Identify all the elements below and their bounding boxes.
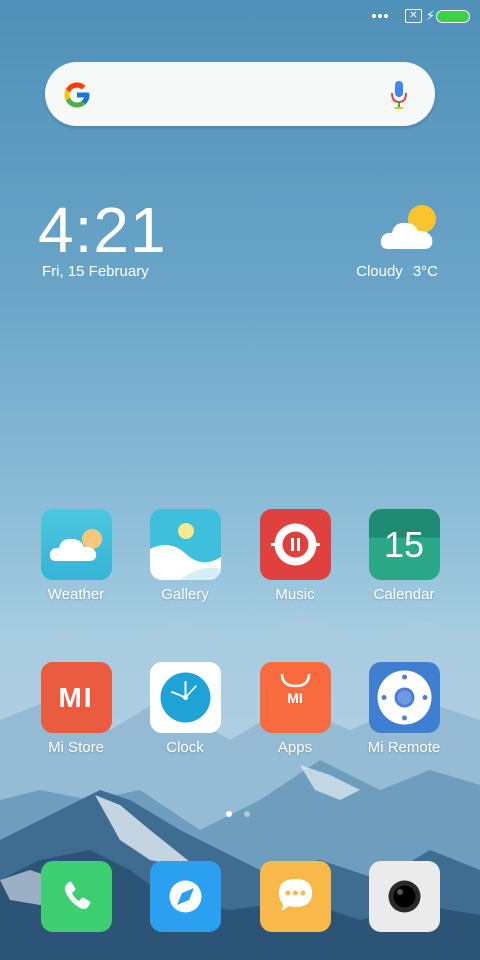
messaging-icon xyxy=(259,861,331,932)
camera-icon xyxy=(368,861,440,932)
page-indicator[interactable] xyxy=(226,804,262,822)
app-label: Mi Remote xyxy=(367,739,441,756)
app-mi-remote[interactable]: Mi Remote xyxy=(354,662,454,756)
weather-summary[interactable]: Cloudy 3°C xyxy=(356,263,438,280)
google-search-bar[interactable] xyxy=(45,62,435,126)
weather-temperature: 3°C xyxy=(412,263,438,280)
app-label: Weather xyxy=(47,586,105,603)
mi-remote-icon xyxy=(368,662,440,733)
weather-icon xyxy=(40,509,112,580)
calendar-day-number: 15 xyxy=(383,524,425,565)
app-label: Calendar xyxy=(373,586,435,603)
app-clock[interactable]: Clock xyxy=(135,662,235,756)
clock-icon xyxy=(149,662,221,733)
weather-condition: Cloudy xyxy=(356,263,403,280)
cloud-sun-icon[interactable] xyxy=(380,203,440,253)
apps-icon: MI xyxy=(259,662,331,733)
app-calendar[interactable]: 15 Calendar xyxy=(354,509,454,603)
app-label: Apps xyxy=(277,739,313,756)
more-notifications-icon xyxy=(372,14,390,20)
app-weather[interactable]: Weather xyxy=(26,509,126,603)
music-icon xyxy=(259,509,331,580)
dock-browser[interactable] xyxy=(135,861,235,932)
mi-logo: MI xyxy=(287,690,303,706)
no-sim-icon: ✕ xyxy=(405,9,422,23)
mi-store-icon: MI xyxy=(40,662,112,733)
dock-camera[interactable] xyxy=(354,861,454,932)
battery-icon xyxy=(436,10,470,23)
app-label: Gallery xyxy=(161,586,209,603)
microphone-icon[interactable] xyxy=(391,80,407,110)
phone-icon xyxy=(40,861,112,932)
google-g-icon xyxy=(64,82,90,108)
calendar-icon: 15 xyxy=(368,509,440,580)
app-music[interactable]: Music xyxy=(245,509,345,603)
clock-date: Fri, 15 February xyxy=(42,263,149,280)
app-label: Clock xyxy=(166,739,204,756)
dock-phone[interactable] xyxy=(26,861,126,932)
app-apps[interactable]: MI Apps xyxy=(245,662,345,756)
status-bar: ✕ ⚡ xyxy=(0,0,480,34)
browser-icon xyxy=(149,861,221,932)
clock-time[interactable]: 4:21 xyxy=(38,194,167,266)
app-mi-store[interactable]: MI Mi Store xyxy=(26,662,126,756)
page-dot[interactable] xyxy=(226,811,232,817)
charging-icon: ⚡ xyxy=(425,8,435,23)
mi-logo: MI xyxy=(58,682,94,713)
app-label: Mi Store xyxy=(48,739,104,756)
gallery-icon xyxy=(149,509,221,580)
battery-level xyxy=(437,11,469,22)
app-gallery[interactable]: Gallery xyxy=(135,509,235,603)
app-label: Music xyxy=(275,586,315,603)
page-dot[interactable] xyxy=(244,811,250,817)
dock-messaging[interactable] xyxy=(245,861,345,932)
